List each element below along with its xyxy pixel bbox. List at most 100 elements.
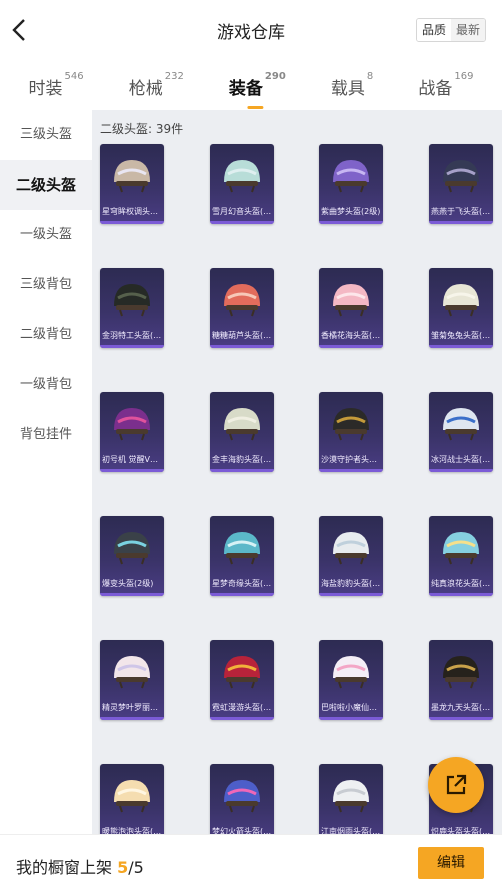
item-card[interactable]: 香橘花海头盔(2级): [319, 268, 383, 348]
helmet-icon: [114, 160, 150, 193]
item-name: 霓虹漫游头盔(2级): [212, 703, 272, 712]
helmet-icon: [443, 284, 479, 317]
item-card[interactable]: 梦幻火箭头盔(2级): [210, 764, 274, 834]
share-button[interactable]: [428, 757, 484, 813]
tab-count: 169: [454, 70, 474, 82]
item-card[interactable]: 冰河战士头盔(2级): [429, 392, 493, 472]
helmet-icon: [333, 160, 369, 193]
sidebar-item-level2-helmet[interactable]: 二级头盔: [0, 160, 92, 210]
sidebar-item-level1-helmet[interactable]: 一级头盔: [0, 210, 92, 260]
sidebar-item-level3-helmet[interactable]: 三级头盔: [0, 110, 92, 160]
item-name: 香橘花海头盔(2级): [321, 331, 381, 340]
helmet-icon: [224, 284, 260, 317]
item-card[interactable]: 精灵梦叶罗丽头盔(2级): [100, 640, 164, 720]
helmet-icon: [443, 160, 479, 193]
item-card[interactable]: 纯真浪花头盔(2级): [429, 516, 493, 596]
item-name: 冰河战士头盔(2级): [431, 455, 491, 464]
helmet-icon: [443, 408, 479, 441]
sort-by-quality[interactable]: 品质: [416, 19, 451, 41]
item-name: 暖熊泡泡头盔(2级): [102, 827, 162, 834]
helmet-icon: [333, 532, 369, 565]
helmet-icon: [114, 408, 150, 441]
item-name: 燕燕于飞头盔(2级): [431, 207, 491, 216]
item-card[interactable]: 海盐豹豹头盔(2级): [319, 516, 383, 596]
helmet-icon: [114, 532, 150, 565]
item-name: 巴啦啦小魔仙头盔(2级): [321, 703, 381, 712]
item-name: 梦幻火箭头盔(2级): [212, 827, 272, 834]
item-name: 纯真浪花头盔(2级): [431, 579, 491, 588]
item-name: 金丰海豹头盔(2级): [212, 455, 272, 464]
sidebar-item-level1-backpack[interactable]: 一级背包: [0, 360, 92, 410]
tab-equipment[interactable]: 装备 290: [229, 70, 286, 109]
tab-weapons[interactable]: 枪械 232: [129, 70, 184, 99]
share-icon: [446, 774, 467, 795]
helmet-icon: [443, 532, 479, 565]
item-list-panel: 二级头盔: 39件 星穹眸权调头盔(2级) 雪月幻音头盔(2级) 紫曲梦头盔(2级)…: [92, 110, 502, 834]
item-name: 精灵梦叶罗丽头盔(2级): [102, 703, 162, 712]
item-card[interactable]: 墨龙九天头盔(2级): [429, 640, 493, 720]
helmet-icon: [224, 160, 260, 193]
tab-count: 546: [64, 70, 84, 82]
item-name: 雏菊兔兔头盔(2级): [431, 331, 491, 340]
item-card[interactable]: 星穹眸权调头盔(2级): [100, 144, 164, 224]
helmet-icon: [333, 656, 369, 689]
item-card[interactable]: 金丰海豹头盔(2级): [210, 392, 274, 472]
tab-combat-gear[interactable]: 战备 169: [418, 70, 474, 99]
item-name: 江南烟雨头盔(2级): [321, 827, 381, 834]
item-card[interactable]: 雏菊兔兔头盔(2级): [429, 268, 493, 348]
header: 游戏仓库 品质 最新: [0, 0, 502, 62]
tab-fashion[interactable]: 时装 546: [29, 70, 84, 99]
item-card[interactable]: 江南烟雨头盔(2级): [319, 764, 383, 834]
sidebar-item-level2-backpack[interactable]: 二级背包: [0, 310, 92, 360]
showcase-status: 我的橱窗上架 5/5: [16, 858, 144, 877]
item-name: 金羽特工头盔(2级): [102, 331, 162, 340]
sort-by-newest[interactable]: 最新: [450, 19, 485, 41]
item-card[interactable]: 燕燕于飞头盔(2级): [429, 144, 493, 224]
helmet-icon: [224, 656, 260, 689]
item-card[interactable]: 巴啦啦小魔仙头盔(2级): [319, 640, 383, 720]
item-card[interactable]: 紫曲梦头盔(2级): [319, 144, 383, 224]
item-card[interactable]: 沙漠守护者头盔(2级): [319, 392, 383, 472]
helmet-icon: [224, 780, 260, 813]
helmet-icon: [333, 284, 369, 317]
tab-vehicles[interactable]: 载具 8: [331, 70, 374, 99]
item-name: 雪月幻音头盔(2级): [212, 207, 272, 216]
item-card[interactable]: 初号机 觉醒VR头盔(2级): [100, 392, 164, 472]
item-card[interactable]: 糖糖葫芦头盔(2级): [210, 268, 274, 348]
helmet-icon: [114, 780, 150, 813]
item-card[interactable]: 金羽特工头盔(2级): [100, 268, 164, 348]
helmet-icon: [114, 656, 150, 689]
item-name: 爆变头盔(2级): [102, 579, 154, 588]
item-card[interactable]: 星梦奇缘头盔(2级): [210, 516, 274, 596]
item-card[interactable]: 爆变头盔(2级): [100, 516, 164, 596]
item-card[interactable]: 霓虹漫游头盔(2级): [210, 640, 274, 720]
item-count-label: 二级头盔: 39件: [100, 122, 184, 136]
active-tab-indicator: [247, 105, 264, 109]
item-name: 沙漠守护者头盔(2级): [321, 455, 381, 464]
item-name: 星梦奇缘头盔(2级): [212, 579, 272, 588]
edit-button[interactable]: 编辑: [418, 847, 484, 879]
bottom-bar: 我的橱窗上架 5/5 编辑: [0, 834, 502, 892]
item-name: 初号机 觉醒VR头盔(2级): [102, 455, 162, 464]
item-name: 海盐豹豹头盔(2级): [321, 579, 381, 588]
helmet-icon: [224, 408, 260, 441]
sidebar-item-backpack-charm[interactable]: 背包挂件: [0, 410, 92, 460]
helmet-icon: [114, 284, 150, 317]
helmet-icon: [443, 656, 479, 689]
item-name: 墨龙九天头盔(2级): [431, 703, 491, 712]
category-tabs: 时装 546 枪械 232 装备 290 载具 8 战备 169: [0, 62, 502, 110]
tab-count: 8: [366, 70, 374, 82]
tab-count: 290: [264, 70, 286, 82]
helmet-icon: [333, 780, 369, 813]
item-card[interactable]: 暖熊泡泡头盔(2级): [100, 764, 164, 834]
item-name: 星穹眸权调头盔(2级): [102, 207, 162, 216]
item-name: 紫曲梦头盔(2级): [321, 207, 381, 216]
item-card[interactable]: 雪月幻音头盔(2级): [210, 144, 274, 224]
tab-count: 232: [164, 70, 184, 82]
helmet-icon: [333, 408, 369, 441]
item-name: 炽鹿头盔头盔(2级): [431, 827, 491, 834]
helmet-icon: [224, 532, 260, 565]
subcategory-sidebar: 三级头盔 二级头盔 一级头盔 三级背包 二级背包 一级背包 背包挂件: [0, 110, 92, 834]
sidebar-item-level3-backpack[interactable]: 三级背包: [0, 260, 92, 310]
item-name: 糖糖葫芦头盔(2级): [212, 331, 272, 340]
